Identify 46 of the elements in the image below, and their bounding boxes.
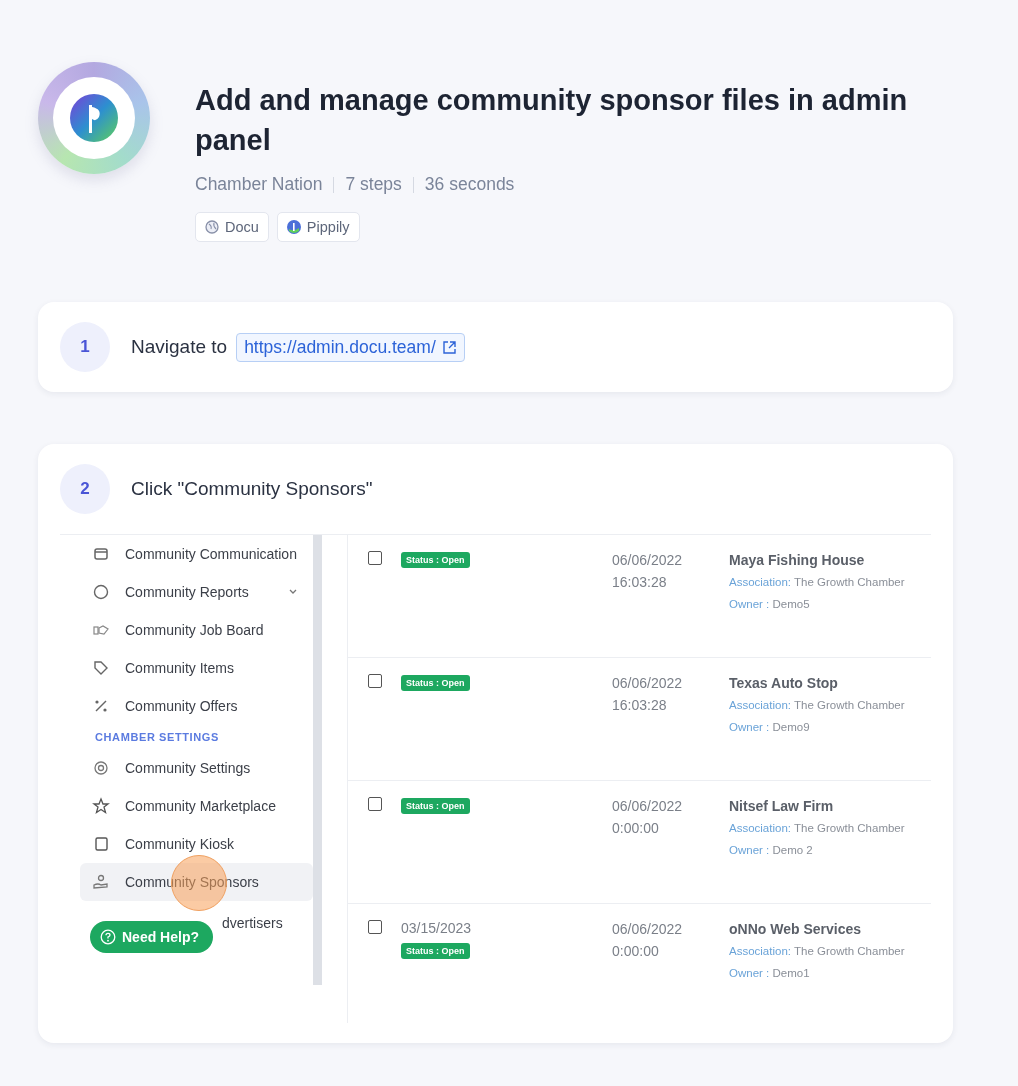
time-text: 0:00:00: [612, 819, 660, 838]
time-text: 16:03:28: [612, 696, 668, 715]
association-text: Association: The Growth Chamber: [729, 944, 905, 959]
date-text: 06/06/2022: [612, 920, 684, 939]
guide-title: Add and manage community sponsor files in admin panel: [195, 83, 909, 158]
status-badge: Status : Open: [401, 675, 470, 691]
date-text: 06/06/2022: [612, 674, 684, 693]
owner-text: Owner : Demo5: [729, 597, 811, 612]
status-badge: Status : Open: [401, 798, 470, 814]
business-name: Texas Auto Stop: [729, 674, 839, 693]
sidebar-item[interactable]: dvertisers: [222, 901, 283, 945]
guide-meta: 7 steps: [345, 174, 402, 195]
sidebar-item[interactable]: Community Items: [60, 649, 313, 687]
owner-text: Owner : Demo1: [729, 966, 811, 981]
sidebar-item[interactable]: Community Reports: [60, 573, 313, 611]
tag[interactable]: Pippily: [276, 212, 360, 242]
tag[interactable]: Docu: [195, 212, 269, 242]
created-date: 03/15/2023: [401, 920, 473, 936]
step-number: 2: [60, 464, 110, 514]
association-text: Association: The Growth Chamber: [729, 821, 905, 836]
time-text: 16:03:28: [612, 573, 668, 592]
guide-meta: Chamber Nation: [195, 174, 323, 195]
sidebar-item[interactable]: Community Communication: [60, 535, 313, 573]
guide-meta: 36 seconds: [424, 174, 515, 195]
status-badge: Status : Open: [401, 552, 470, 568]
association-text: Association: The Growth Chamber: [729, 698, 905, 713]
url-link[interactable]: https://admin.docu.team/: [236, 332, 465, 362]
date-text: 06/06/2022: [612, 551, 684, 570]
sidebar-item[interactable]: Community Marketplace: [60, 787, 313, 825]
section-heading: CHAMBER SETTINGS: [94, 730, 220, 745]
sidebar-item[interactable]: Community Settings: [60, 749, 313, 787]
step-number: 1: [60, 322, 110, 372]
step-text: Click "Community Sponsors": [131, 478, 373, 500]
business-name: Maya Fishing House: [729, 551, 866, 570]
step-text: Navigate to: [131, 336, 228, 358]
owner-text: Owner : Demo9: [729, 720, 811, 735]
sidebar-item[interactable]: Community Job Board: [60, 611, 313, 649]
business-name: oNNo Web Services: [729, 920, 862, 939]
sidebar-item[interactable]: Community Kiosk: [60, 825, 313, 863]
status-badge: Status : Open: [401, 943, 470, 959]
business-name: Nitsef Law Firm: [729, 797, 835, 816]
date-text: 06/06/2022: [612, 797, 684, 816]
time-text: 0:00:00: [612, 942, 660, 961]
association-text: Association: The Growth Chamber: [729, 575, 905, 590]
owner-text: Owner : Demo 2: [729, 843, 814, 858]
sidebar-item[interactable]: Community Offers: [60, 687, 313, 725]
